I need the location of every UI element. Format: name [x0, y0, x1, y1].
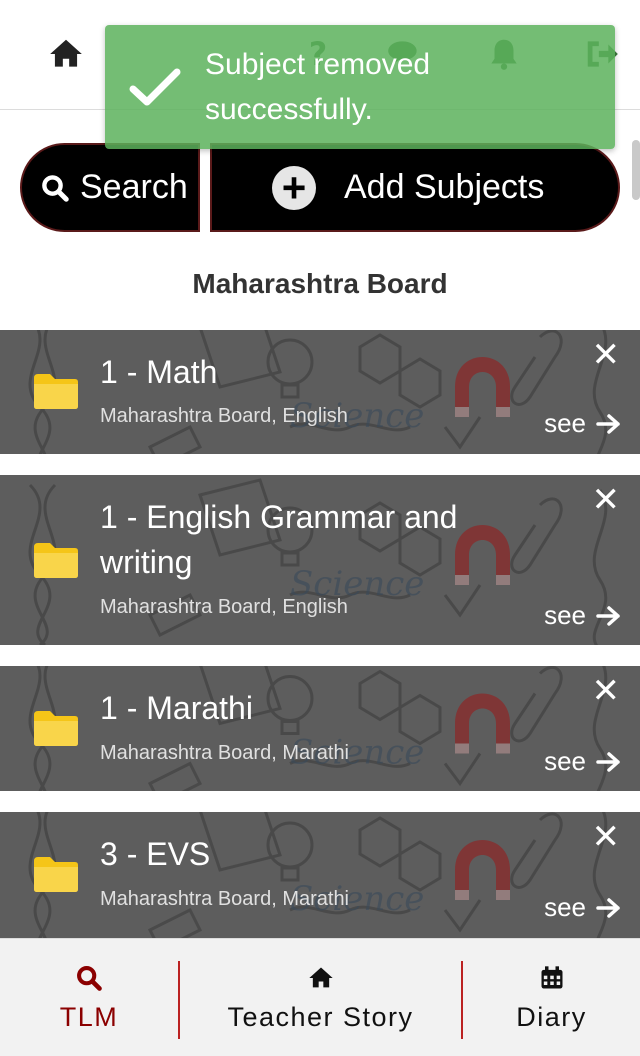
- check-icon: [105, 25, 205, 149]
- subject-card[interactable]: Science 3 - EVS Maharashtra Board, Marat…: [0, 812, 640, 938]
- see-subject-link[interactable]: see: [544, 600, 622, 631]
- see-label: see: [544, 600, 586, 630]
- subject-card[interactable]: Science 1 - English Grammar and writing …: [0, 475, 640, 645]
- tab-teacher-story-label: Teacher Story: [227, 1001, 414, 1032]
- close-icon: ✕: [591, 336, 621, 374]
- arrow-right-icon: [596, 751, 620, 772]
- close-icon: ✕: [591, 818, 621, 856]
- remove-subject-button[interactable]: ✕: [592, 483, 621, 517]
- folder-icon: [34, 374, 78, 409]
- folder-icon: [34, 711, 78, 746]
- bottom-nav: TLM Teacher Story Diary: [0, 938, 640, 1056]
- home-icon: [50, 39, 82, 67]
- success-toast[interactable]: Subject removed successfully.: [105, 25, 615, 149]
- folder-icon: [34, 857, 78, 892]
- search-button-label: Search: [80, 168, 188, 206]
- tab-tlm-label: TLM: [59, 1001, 119, 1032]
- home-button[interactable]: [44, 32, 88, 76]
- remove-subject-button[interactable]: ✕: [592, 674, 621, 708]
- subject-title: 1 - Math: [100, 354, 218, 390]
- close-icon: ✕: [591, 672, 621, 710]
- remove-subject-button[interactable]: ✕: [592, 820, 621, 854]
- plus-circle-icon: +: [272, 165, 316, 210]
- see-label: see: [544, 408, 586, 438]
- tab-teacher-story[interactable]: Teacher Story: [180, 939, 461, 1056]
- close-icon: ✕: [591, 481, 621, 519]
- calendar-icon: [541, 965, 562, 988]
- search-icon: [42, 174, 69, 202]
- subject-subtitle: Maharashtra Board, Marathi: [100, 742, 350, 764]
- subject-subtitle: Maharashtra Board, English: [100, 596, 348, 618]
- toast-message: Subject removed successfully.: [205, 48, 431, 126]
- remove-subject-button[interactable]: ✕: [592, 338, 621, 372]
- see-subject-link[interactable]: see: [544, 408, 622, 439]
- home-icon: [308, 967, 333, 987]
- arrow-right-icon: [596, 413, 620, 434]
- add-subjects-label: Add Subjects: [344, 168, 545, 206]
- subject-card[interactable]: Science 1 - Marathi Maharashtra Board, M…: [0, 666, 640, 791]
- arrow-right-icon: [596, 897, 620, 918]
- see-label: see: [544, 746, 586, 776]
- subject-title: 1 - English Grammar and writing: [100, 499, 458, 580]
- tab-diary[interactable]: Diary: [463, 939, 640, 1056]
- folder-icon: [34, 543, 78, 578]
- arrow-right-icon: [596, 605, 620, 626]
- tab-tlm[interactable]: TLM: [0, 939, 178, 1056]
- see-subject-link[interactable]: see: [544, 746, 622, 777]
- see-subject-link[interactable]: see: [544, 892, 622, 923]
- add-subjects-button[interactable]: + Add Subjects: [210, 143, 620, 232]
- tab-diary-label: Diary: [516, 1001, 587, 1032]
- subject-card[interactable]: Science 1 - Math Maharashtra Board, Engl…: [0, 330, 640, 454]
- see-label: see: [544, 892, 586, 922]
- search-button[interactable]: Search: [20, 143, 200, 232]
- subject-subtitle: Maharashtra Board, English: [100, 405, 348, 427]
- board-title: Maharashtra Board: [192, 268, 448, 299]
- search-icon: [77, 965, 102, 991]
- scrollbar[interactable]: [632, 140, 640, 200]
- subject-title: 3 - EVS: [100, 836, 211, 872]
- subject-title: 1 - Marathi: [100, 690, 253, 726]
- subject-subtitle: Maharashtra Board, Marathi: [100, 888, 350, 910]
